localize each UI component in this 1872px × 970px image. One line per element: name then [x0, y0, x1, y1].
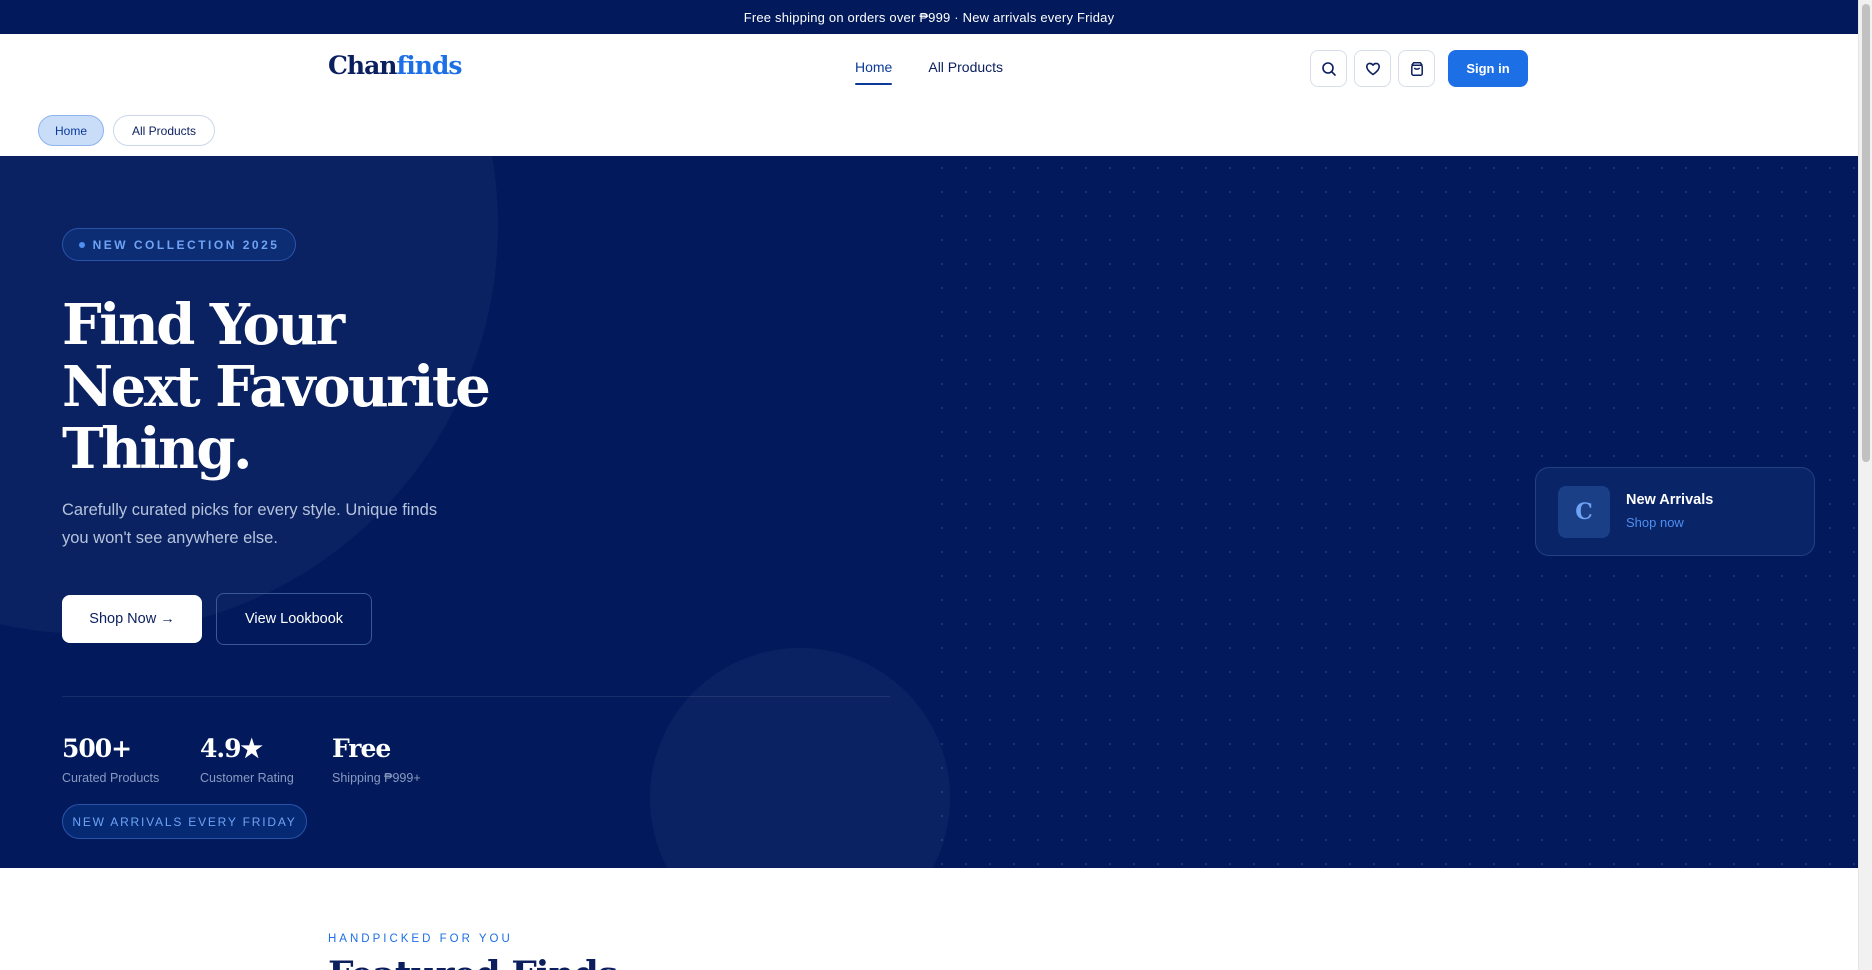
- new-arrivals-badge: NEW ARRIVALS EVERY FRIDAY: [62, 804, 307, 839]
- card-title: New Arrivals: [1626, 492, 1714, 508]
- hero-divider: [62, 696, 890, 697]
- stat-rating: 4.9★ Customer Rating: [200, 734, 294, 785]
- pill-nav: Home All Products: [0, 103, 1858, 156]
- hero-headline: Find Your Next Favourite Thing.: [62, 294, 622, 480]
- logo-part-2: finds: [396, 51, 462, 80]
- hero-subtext: Carefully curated picks for every style.…: [62, 501, 438, 547]
- new-arrivals-card[interactable]: C New Arrivals Shop now: [1535, 467, 1815, 556]
- featured-section: HANDPICKED FOR YOU Featured Finds: [0, 868, 1858, 970]
- collection-badge-text: NEW COLLECTION 2025: [92, 237, 280, 252]
- search-button[interactable]: [1310, 50, 1347, 87]
- announcement-bar: Free shipping on orders over ₱999 · New …: [0, 0, 1858, 34]
- site-logo[interactable]: Chanfinds: [328, 51, 462, 80]
- hero-section: NEW COLLECTION 2025 Find Your Next Favou…: [0, 156, 1858, 868]
- headline-line-1: Find Your: [62, 292, 345, 358]
- stat-label: Curated Products: [62, 771, 160, 785]
- stat-label: Customer Rating: [200, 771, 294, 785]
- collection-badge: NEW COLLECTION 2025: [62, 228, 296, 261]
- stat-value: 4.9★: [200, 734, 263, 763]
- section-eyebrow: HANDPICKED FOR YOU: [328, 933, 513, 945]
- pill-all-products[interactable]: All Products: [113, 115, 215, 146]
- decorative-circle-small: [650, 648, 950, 868]
- scrollbar-thumb[interactable]: [1862, 4, 1870, 462]
- headline-line-2: Next Favourite: [62, 354, 491, 420]
- stat-value: Free: [332, 734, 391, 763]
- badge-dot-icon: [78, 241, 85, 248]
- announcement-text: Free shipping on orders over ₱999 · New …: [743, 9, 1115, 25]
- main-nav: Home All Products: [855, 34, 1003, 103]
- headline-line-3: Thing.: [62, 416, 253, 482]
- site-header: Chanfinds Home All Products Sign in: [0, 34, 1858, 103]
- section-title: Featured Finds: [328, 954, 618, 970]
- sign-in-button[interactable]: Sign in: [1448, 50, 1528, 87]
- bag-icon: [1410, 61, 1423, 76]
- stat-label: Shipping ₱999+: [332, 771, 421, 785]
- pill-home[interactable]: Home: [38, 115, 104, 146]
- search-icon: [1321, 61, 1336, 76]
- nav-link-all-products[interactable]: All Products: [928, 34, 1003, 103]
- page-scrollbar[interactable]: [1858, 0, 1872, 970]
- card-shop-now-link[interactable]: Shop now: [1626, 515, 1684, 530]
- view-lookbook-button[interactable]: View Lookbook: [216, 593, 372, 645]
- stat-shipping: Free Shipping ₱999+: [332, 734, 421, 785]
- nav-link-home[interactable]: Home: [855, 34, 893, 103]
- shop-now-button[interactable]: Shop Now →: [62, 595, 202, 643]
- wishlist-button[interactable]: [1354, 50, 1391, 87]
- stat-value: 500+: [62, 734, 132, 763]
- stat-products: 500+ Curated Products: [62, 734, 159, 785]
- cart-button[interactable]: [1398, 50, 1435, 87]
- heart-icon: [1365, 62, 1380, 75]
- card-logo-icon: C: [1558, 486, 1610, 538]
- logo-part-1: Chan: [328, 51, 397, 80]
